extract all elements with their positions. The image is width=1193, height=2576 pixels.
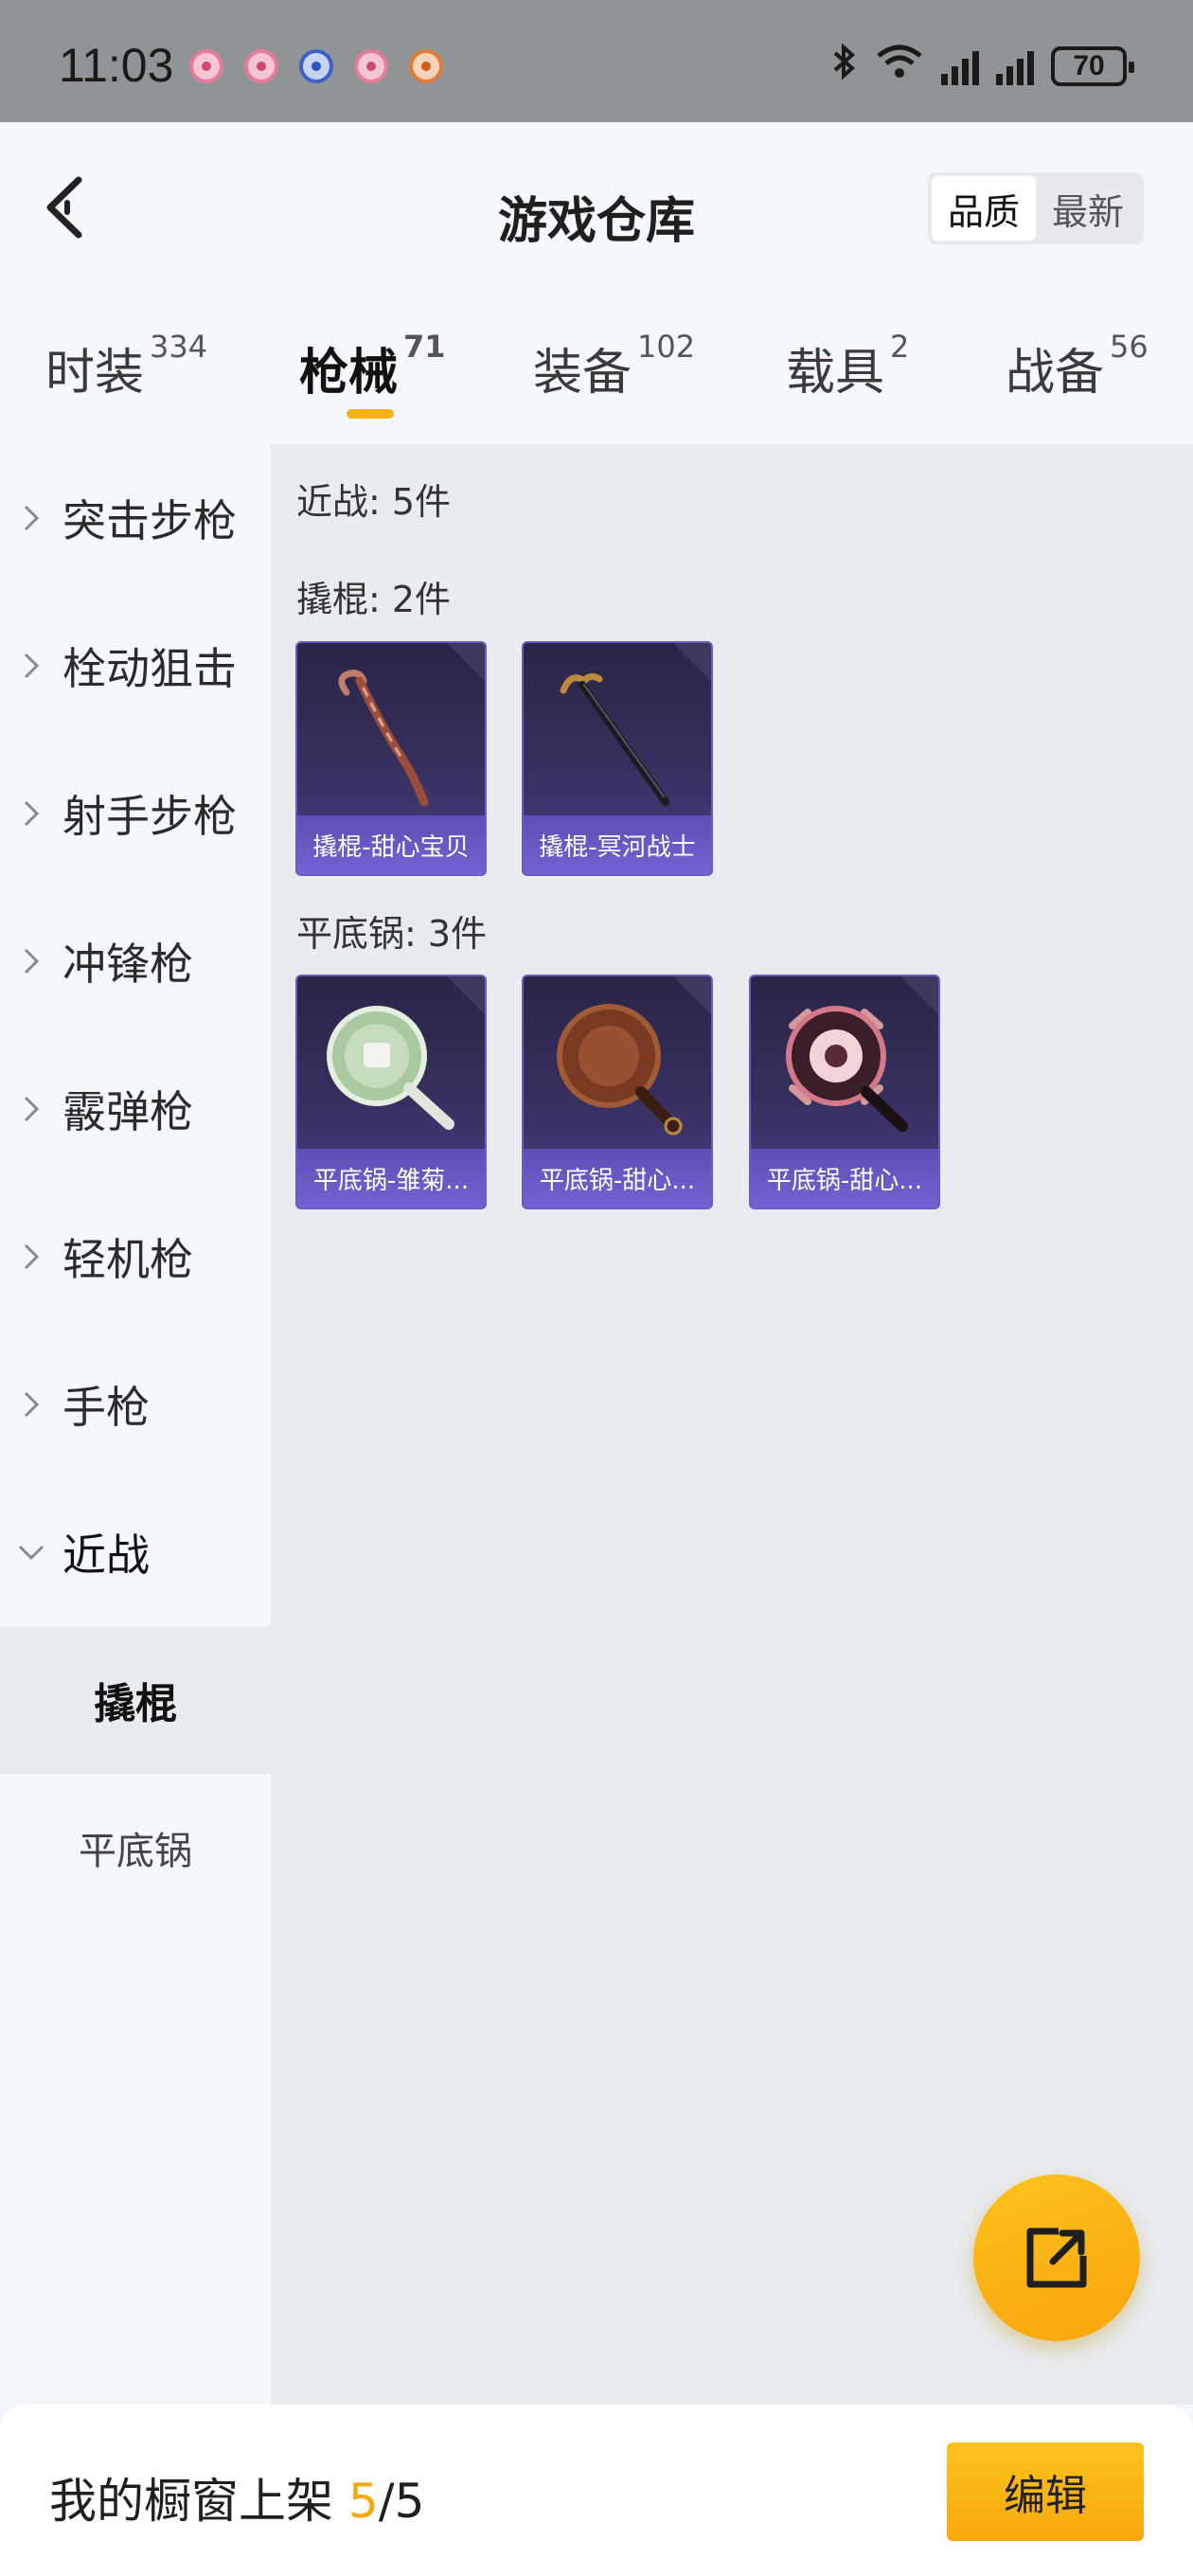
item-card[interactable]: 撬棍-甜心宝贝 xyxy=(295,641,487,876)
wifi-icon xyxy=(875,43,924,90)
frying-pan-pink-image xyxy=(786,1006,908,1132)
category-sidebar: 突击步枪 栓动狙击 射手步枪 冲锋枪 霰弹枪 轻机枪 手枪 近战 撬棍 平底锅 xyxy=(0,444,271,2405)
signal-icon xyxy=(996,47,1034,85)
sort-newest-button[interactable]: 最新 xyxy=(1036,176,1140,241)
frying-pan-daisy-image xyxy=(327,1006,454,1130)
item-card[interactable]: 平底锅-甜心... xyxy=(522,975,713,1209)
tab-count: 56 xyxy=(1110,329,1148,365)
crowbar-styx-image xyxy=(560,672,669,806)
bluetooth-icon xyxy=(831,42,858,91)
battery-icon: 70 xyxy=(1051,46,1134,86)
sidebar-item-label: 突击步枪 xyxy=(62,495,237,546)
item-card-label: 平底锅-甜心... xyxy=(524,1149,711,1208)
item-card[interactable]: 平底锅-甜心... xyxy=(749,975,940,1209)
sidebar-item-label: 手枪 xyxy=(62,1382,150,1433)
frying-pan-brown-image xyxy=(557,1004,683,1136)
app-notification-icon xyxy=(409,49,443,83)
group-title-frying-pan: 平底锅: 3件 xyxy=(296,913,488,955)
app-notification-icon xyxy=(354,49,388,83)
status-time: 11:03 xyxy=(59,39,174,92)
item-grid-panel: 近战: 5件 撬棍: 2件 撬棍-甜心宝贝 撬棍-冥河战士 平底锅: 3件 平底… xyxy=(271,444,1193,2405)
chevron-right-icon xyxy=(0,946,62,976)
sidebar-item-marksman-rifle[interactable]: 射手步枪 xyxy=(0,740,271,887)
sidebar-item-label: 栓动狙击 xyxy=(62,643,237,694)
group-title-crowbar: 撬棍: 2件 xyxy=(296,579,452,620)
signal-icon xyxy=(941,47,979,85)
chevron-right-icon xyxy=(0,1094,62,1124)
section-title: 近战: 5件 xyxy=(296,481,452,523)
app-notification-icon xyxy=(189,49,223,83)
bottom-bar: 我的橱窗上架 5/5 编辑 xyxy=(0,2405,1193,2576)
sidebar-item-melee[interactable]: 近战 xyxy=(0,1478,271,1626)
tab-fashion[interactable]: 时装 334 xyxy=(45,329,208,403)
sidebar-item-shotgun[interactable]: 霰弹枪 xyxy=(0,1035,271,1183)
sidebar-item-label: 近战 xyxy=(62,1530,150,1581)
sidebar-item-lmg[interactable]: 轻机枪 xyxy=(0,1183,271,1331)
sort-quality-button[interactable]: 品质 xyxy=(932,176,1036,241)
chevron-right-icon xyxy=(0,503,62,533)
tab-count: 102 xyxy=(637,329,696,365)
sidebar-item-bolt-sniper[interactable]: 栓动狙击 xyxy=(0,592,271,740)
status-bar: 11:03 70 xyxy=(0,0,1193,122)
app-header: 游戏仓库 品质 最新 xyxy=(0,122,1193,293)
sidebar-item-label: 霰弹枪 xyxy=(62,1086,193,1137)
sidebar-item-assault-rifle[interactable]: 突击步枪 xyxy=(0,444,271,592)
showcase-current-count: 5 xyxy=(347,2474,379,2529)
chevron-right-icon xyxy=(0,651,62,681)
app-notification-icon xyxy=(299,49,333,83)
tab-label: 时装 xyxy=(45,345,145,402)
chevron-right-icon xyxy=(0,798,62,829)
sidebar-item-pistol[interactable]: 手枪 xyxy=(0,1331,271,1478)
sidebar-subitem-crowbar[interactable]: 撬棍 xyxy=(0,1626,271,1774)
tab-label: 装备 xyxy=(533,345,632,402)
showcase-label: 我的橱窗上架 xyxy=(49,2474,348,2529)
tab-count: 2 xyxy=(890,329,910,365)
chevron-down-icon xyxy=(0,1543,62,1562)
tab-count: 71 xyxy=(403,329,446,365)
showcase-separator: / xyxy=(378,2474,395,2529)
tab-label: 载具 xyxy=(786,345,885,402)
tab-vehicles[interactable]: 载具 2 xyxy=(786,329,910,403)
sidebar-item-label: 射手步枪 xyxy=(62,791,237,842)
crowbar-pink-image xyxy=(338,670,429,807)
chevron-right-icon xyxy=(0,1242,62,1272)
item-card[interactable]: 平底锅-雏菊... xyxy=(295,975,487,1209)
share-button[interactable] xyxy=(973,2174,1140,2341)
tab-supplies[interactable]: 战备 56 xyxy=(1006,329,1148,403)
active-tab-indicator xyxy=(347,409,394,419)
item-card-label: 平底锅-甜心... xyxy=(751,1149,938,1208)
tab-label: 战备 xyxy=(1006,345,1105,402)
tab-guns[interactable]: 枪械 71 xyxy=(299,329,446,403)
sort-toggle: 品质 最新 xyxy=(928,172,1144,244)
notification-icons xyxy=(189,49,443,83)
share-icon xyxy=(1026,2227,1087,2288)
item-card-label: 撬棍-甜心宝贝 xyxy=(297,815,485,874)
sidebar-subitem-frying-pan[interactable]: 平底锅 xyxy=(0,1774,271,1922)
sidebar-item-smg[interactable]: 冲锋枪 xyxy=(0,887,271,1035)
tab-count: 334 xyxy=(150,329,208,365)
item-card-label: 平底锅-雏菊... xyxy=(297,1149,485,1208)
edit-button[interactable]: 编辑 xyxy=(947,2442,1144,2541)
tab-label: 枪械 xyxy=(299,345,399,402)
tab-equipment[interactable]: 装备 102 xyxy=(533,329,696,403)
chevron-right-icon xyxy=(0,1389,62,1420)
app-notification-icon xyxy=(244,49,278,83)
item-card[interactable]: 撬棍-冥河战士 xyxy=(522,641,713,876)
sidebar-item-label: 冲锋枪 xyxy=(62,939,193,990)
item-card-label: 撬棍-冥河战士 xyxy=(524,815,711,874)
showcase-status: 我的橱窗上架 5/5 xyxy=(49,2463,424,2531)
category-tabs: 时装 334 枪械 71 装备 102 载具 2 战备 56 xyxy=(0,293,1193,444)
sidebar-item-label: 轻机枪 xyxy=(62,1234,193,1285)
showcase-total-count: 5 xyxy=(394,2474,425,2529)
